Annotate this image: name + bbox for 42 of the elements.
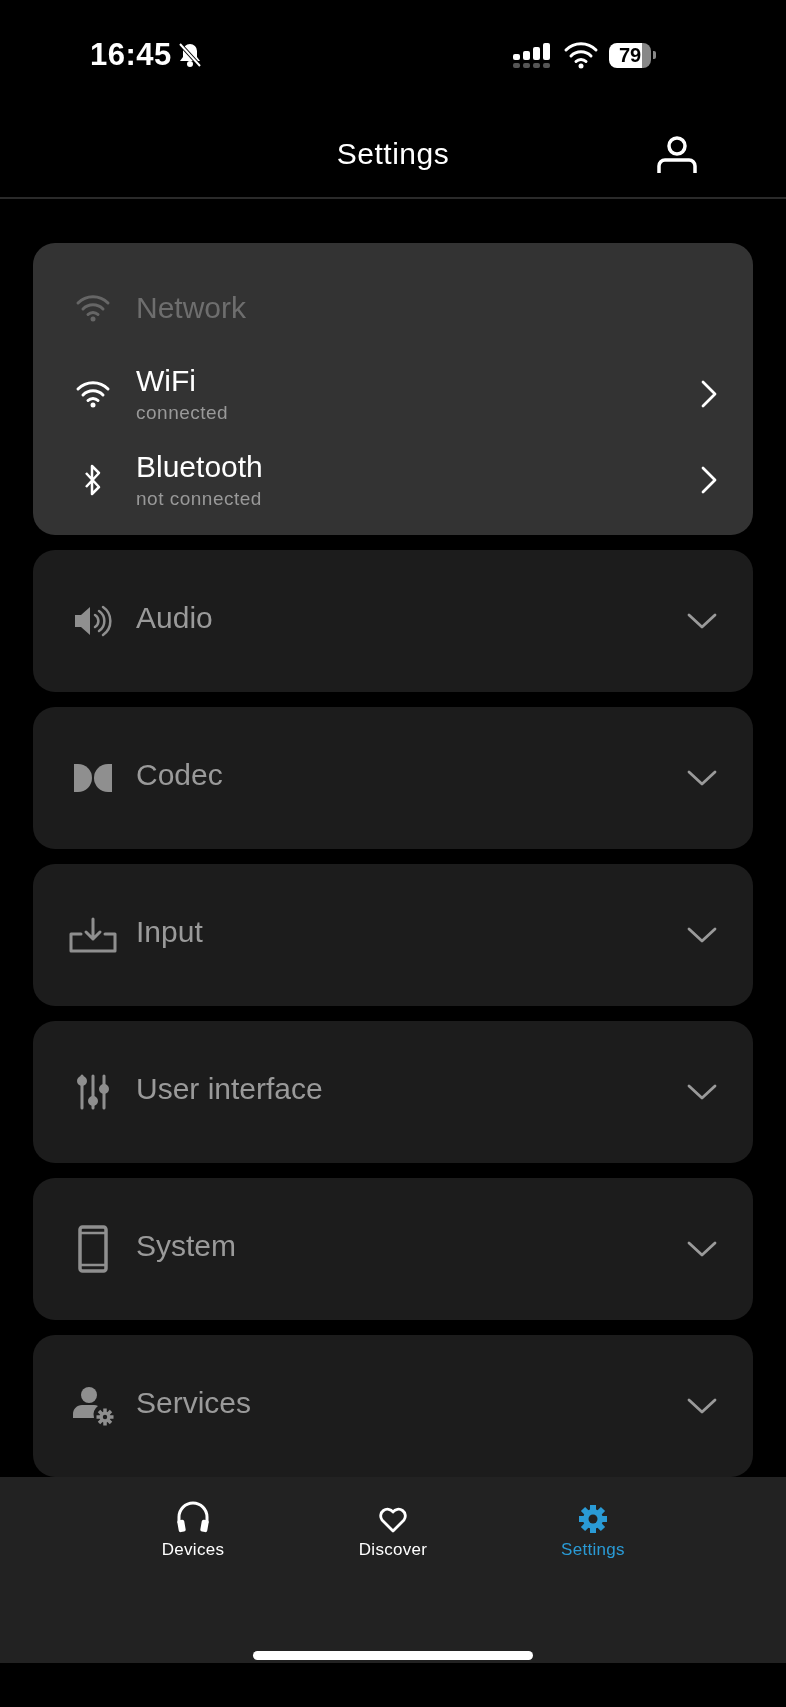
settings-section[interactable]: Audio <box>33 550 753 692</box>
section-title: Codec <box>136 758 224 792</box>
wifi-icon <box>75 379 111 409</box>
codec-icon <box>72 762 114 794</box>
network-row[interactable]: Bluetooth not connected <box>63 437 717 523</box>
muted-bell-icon <box>177 42 202 68</box>
clock-time: 16:45 <box>90 37 172 73</box>
heart-icon <box>378 1506 408 1534</box>
section-title: Input <box>136 915 204 949</box>
tab[interactable]: Devices <box>93 1496 293 1560</box>
chevron-right-icon <box>701 466 717 494</box>
phone-icon <box>78 1225 108 1273</box>
settings-section[interactable]: Services <box>33 1335 753 1477</box>
wifi-icon <box>75 293 111 323</box>
settings-section[interactable]: Input <box>33 864 753 1006</box>
chevron-right-icon <box>701 380 717 408</box>
sliders-icon <box>75 1074 111 1110</box>
section-title: System <box>136 1229 238 1263</box>
section-title: Services <box>136 1386 253 1420</box>
settings-section[interactable]: System <box>33 1178 753 1320</box>
row-status: connected <box>136 402 230 424</box>
bluetooth-icon <box>83 463 103 497</box>
row-status: not connected <box>136 488 263 510</box>
section-title: Audio <box>136 601 214 635</box>
signal-icon <box>513 42 553 68</box>
settings-section[interactable]: User interface <box>33 1021 753 1163</box>
download-tray-icon <box>67 917 119 953</box>
account-icon[interactable] <box>656 136 698 174</box>
settings-section[interactable]: Codec <box>33 707 753 849</box>
speaker-icon <box>73 605 113 637</box>
user-gear-icon <box>71 1386 115 1426</box>
page-title: Settings <box>336 136 450 171</box>
network-row[interactable]: WiFi connected <box>63 351 717 437</box>
row-title: WiFi <box>136 364 197 398</box>
settings-icon <box>578 1504 608 1534</box>
section-title: User interface <box>136 1072 324 1106</box>
section-header: Network <box>136 291 247 325</box>
tab[interactable]: Discover <box>293 1496 493 1560</box>
wifi-icon <box>563 40 599 70</box>
tab[interactable]: Settings <box>493 1496 693 1560</box>
headphones-icon <box>175 1500 211 1534</box>
row-title: Bluetooth <box>136 450 264 484</box>
